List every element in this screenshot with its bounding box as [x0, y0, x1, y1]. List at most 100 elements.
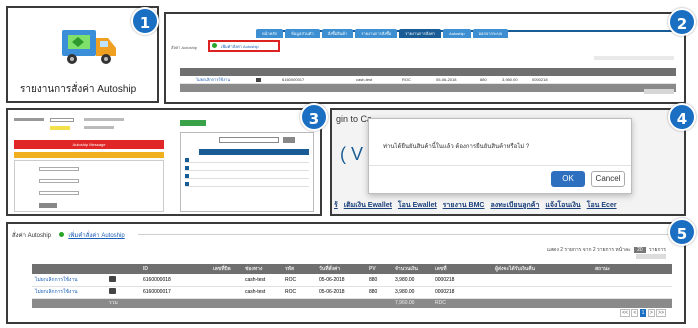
col-header[interactable]: ผู้ส่งจะได้รับเงินคืน: [492, 264, 592, 274]
bottom-pager: << < 1 > >>: [620, 309, 666, 317]
checkbox-icon[interactable]: [185, 158, 189, 162]
col-header[interactable]: จำนวนเงิน: [392, 264, 432, 274]
cancel-use-link[interactable]: ไม่ยกเลิกการใช้งาน: [35, 277, 78, 283]
tab-order[interactable]: สั่งซื้อสินค้า: [321, 29, 354, 38]
panel-2-summary: [594, 56, 674, 60]
menu-item[interactable]: โอน Ecer: [587, 202, 617, 209]
autoship-table: ID เลขที่บิล ช่องทาง รหัส วันที่สั่งค่า …: [32, 264, 672, 308]
checkbox-icon[interactable]: [185, 174, 189, 178]
delivery-truck-icon[interactable]: [60, 26, 118, 68]
summary-text: แสดง 2 รายการ จาก 2 รายการ หน้าละ: [546, 247, 631, 253]
tab-home[interactable]: หน้าหลัก: [256, 29, 284, 38]
footer-pv: RDC: [435, 300, 446, 307]
panel-5-summary: แสดง 2 รายการ จาก 2 รายการ หน้าละ 20 ราย…: [547, 246, 666, 254]
cell-id: 6160000017: [143, 289, 171, 295]
panel-4-confirm-dialog: gin to Ca ( V ท่านได้ยืนยันสินค้านี้ในแล…: [330, 108, 686, 216]
tab-order-report[interactable]: รายงานการสั่งซื้อ: [355, 29, 398, 38]
bottom-menu: ร้ เติมเงิน Ewallet โอน Ewallet รายงาน B…: [334, 200, 684, 214]
note-field[interactable]: [39, 191, 79, 195]
table-row: ไม่ยกเลิกการใช้งาน 6160000018 cash-test …: [32, 274, 672, 286]
col-header[interactable]: ช่องทาง: [242, 264, 282, 274]
add-autoship-link[interactable]: เพิ่มคำสั่งค่า Autoship: [68, 233, 124, 239]
menu-item[interactable]: แจ้งโอนเงิน: [545, 202, 580, 209]
cell-code: ROC: [285, 276, 297, 283]
site-letter: ( V: [340, 144, 364, 164]
row-id: 6160000017: [282, 77, 305, 82]
address-field[interactable]: [39, 167, 79, 171]
cell-pv: 880: [369, 289, 378, 295]
menu-item[interactable]: เติมเงิน Ewallet: [344, 202, 392, 209]
top-pager[interactable]: [636, 254, 666, 259]
product-search-input[interactable]: [219, 137, 279, 143]
per-page-select[interactable]: 20: [634, 247, 646, 253]
panel-2-table-header: [180, 68, 676, 76]
cell-amount: 3,980.00: [395, 289, 415, 295]
tab-autoship-report[interactable]: รายงานการสั่งค่า: [399, 29, 442, 38]
tab-profile[interactable]: ข้อมูลส่วนตัว: [285, 29, 320, 38]
row-date: 05-06-2018: [436, 77, 457, 82]
menu-item[interactable]: รายงาน BMC: [443, 202, 485, 209]
panel-1-caption[interactable]: รายงานการสั่งค่า Autoship: [20, 82, 136, 97]
dialog-message: ท่านได้ยืนยันสินค้านี้ในแล้ว ต้องการยืนย…: [383, 144, 530, 150]
confirm-dialog: ท่านได้ยืนยันสินค้านี้ในแล้ว ต้องการยืนย…: [368, 118, 632, 194]
print-icon[interactable]: [109, 288, 116, 294]
phone-field[interactable]: [39, 179, 79, 183]
step-badge-3: 3: [300, 103, 328, 131]
col-header[interactable]: PV: [366, 264, 392, 274]
table-row: ไม่ยกเลิกการใช้งาน 6160000017 cash-test …: [180, 76, 676, 84]
cancel-use-link[interactable]: ไม่ยกเลิกการใช้งาน: [35, 289, 78, 295]
top-nav-tabs: หน้าหลัก ข้อมูลส่วนตัว สั่งซื้อสินค้า รายงา…: [256, 22, 676, 38]
add-autoship-link[interactable]: เพิ่มคำสั่งค่า Autoship: [221, 43, 259, 50]
product-table-header: [199, 149, 309, 155]
col-header[interactable]: รหัส: [282, 264, 316, 274]
cell-code: ROC: [285, 289, 297, 295]
cell-amount: 3,980.00: [395, 276, 415, 283]
product-row: [185, 173, 309, 179]
cancel-use-link[interactable]: ไม่ยกเลิกการใช้งาน: [196, 76, 230, 84]
cell-number: 0000218: [435, 276, 455, 283]
col-header[interactable]: เลขที่: [432, 264, 492, 274]
tab-logout[interactable]: ออกจากระบบ: [472, 29, 509, 38]
ok-label: OK: [562, 174, 574, 183]
form-body: [14, 160, 164, 212]
print-icon[interactable]: [109, 275, 116, 282]
menu-item[interactable]: โอน Ewallet: [398, 202, 437, 209]
row-code: ROC: [402, 77, 411, 82]
checkbox-icon[interactable]: [185, 166, 189, 170]
col-header[interactable]: ID: [140, 264, 210, 274]
pager-next[interactable]: >: [647, 309, 655, 317]
plus-icon: [212, 43, 217, 48]
panel-5-title: สั่งค่า Autoship: [12, 233, 51, 239]
product-row: [185, 165, 309, 171]
pager-last[interactable]: >>: [656, 309, 666, 317]
form-fields: [14, 118, 164, 134]
cancel-button[interactable]: Cancel: [591, 171, 625, 187]
menu-item[interactable]: ร้: [334, 202, 338, 209]
alert-message: Autoship Message: [72, 142, 106, 147]
tab-autoship[interactable]: Autoship: [443, 29, 471, 38]
submit-button[interactable]: [39, 203, 57, 208]
menu-item[interactable]: ลงทะเบียนลูกค้า: [490, 202, 539, 209]
print-icon[interactable]: [256, 78, 261, 82]
pager-first[interactable]: <<: [620, 309, 630, 317]
col-header[interactable]: เลขที่บิล: [210, 264, 242, 274]
cell-payment: cash-test: [245, 276, 266, 283]
pager-prev[interactable]: <: [631, 309, 639, 317]
table-header-row: ID เลขที่บิล ช่องทาง รหัส วันที่สั่งค่า …: [32, 264, 672, 274]
checkbox-icon[interactable]: [185, 182, 189, 186]
col-header[interactable]: สถานะ: [592, 264, 672, 274]
col-header[interactable]: วันที่สั่งค่า: [316, 264, 366, 274]
date-field[interactable]: [50, 126, 70, 130]
green-label: [180, 120, 206, 126]
plus-icon: [58, 232, 64, 237]
search-button[interactable]: [283, 137, 295, 143]
pager-current[interactable]: 1: [639, 309, 647, 317]
panel-2-autoship-list: หน้าหลัก ข้อมูลส่วนตัว สั่งซื้อสินค้า รายงา…: [164, 12, 686, 104]
product-row: [185, 157, 309, 163]
table-row: ไม่ยกเลิกการใช้งาน 6160000017 cash-test …: [32, 286, 672, 298]
ok-button[interactable]: OK: [551, 171, 585, 187]
panel-2-table-footer: [180, 84, 676, 92]
panel-2-pager[interactable]: [644, 89, 674, 94]
member-id-field[interactable]: [50, 118, 74, 122]
cell-date: 05-06-2018: [319, 276, 345, 283]
